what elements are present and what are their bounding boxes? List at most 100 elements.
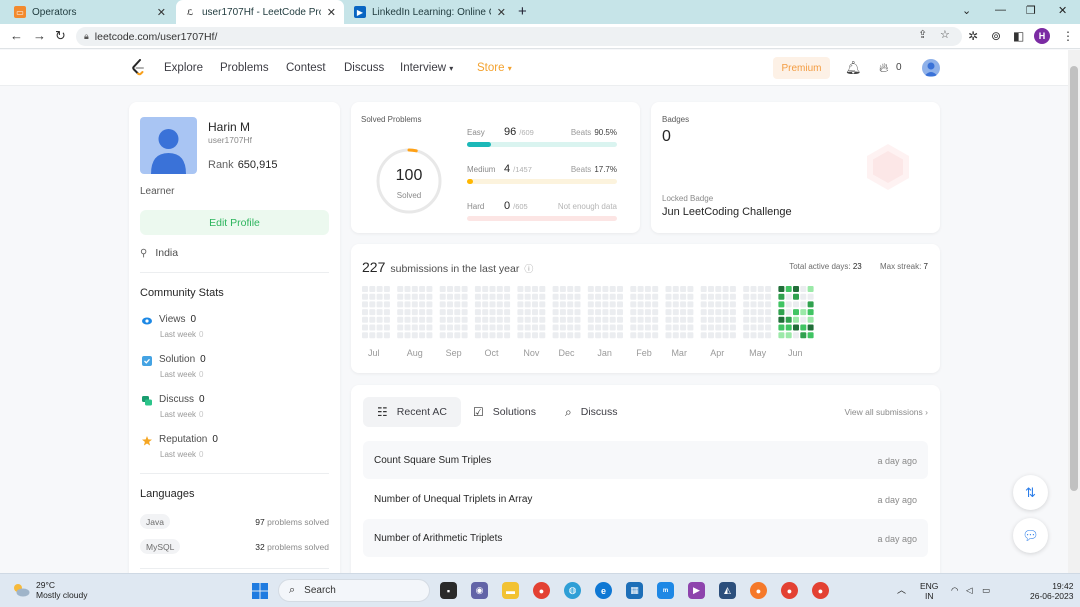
heatmap-cell[interactable] <box>532 293 538 300</box>
heatmap-cell[interactable] <box>743 286 750 292</box>
reload-icon[interactable]: ↻ <box>55 28 66 44</box>
heatmap-cell[interactable] <box>439 286 446 292</box>
heatmap-cell[interactable] <box>700 286 707 292</box>
heatmap-cell[interactable] <box>680 286 687 292</box>
heatmap-cell[interactable] <box>652 301 659 308</box>
view-all-submissions-link[interactable]: View all submissions › <box>845 407 928 417</box>
heatmap-cell[interactable] <box>419 286 426 292</box>
nav-explore[interactable]: Explore <box>164 62 203 74</box>
heatmap-cell[interactable] <box>376 316 383 323</box>
heatmap-cell[interactable] <box>524 293 531 300</box>
heatmap-cell[interactable] <box>595 309 602 316</box>
heatmap-cell[interactable] <box>708 293 714 300</box>
switch-layout-icon[interactable]: ⇅ <box>1013 475 1048 510</box>
heatmap-cell[interactable] <box>807 316 814 323</box>
heatmap-cell[interactable] <box>461 324 468 331</box>
heatmap-cell[interactable] <box>383 332 390 339</box>
task-view-icon[interactable]: ▪ <box>440 582 457 599</box>
heatmap-cell[interactable] <box>800 309 807 316</box>
heatmap-cell[interactable] <box>447 286 453 292</box>
heatmap-cell[interactable] <box>559 316 566 323</box>
heatmap-cell[interactable] <box>715 316 722 323</box>
heatmap-cell[interactable] <box>672 309 679 316</box>
heatmap-cell[interactable] <box>587 286 594 292</box>
heatmap-cell[interactable] <box>524 301 531 308</box>
heatmap-cell[interactable] <box>439 332 446 339</box>
heatmap-cell[interactable] <box>532 301 538 308</box>
heatmap-cell[interactable] <box>539 316 546 323</box>
heatmap-cell[interactable] <box>765 324 772 331</box>
heatmap-cell[interactable] <box>567 293 574 300</box>
heatmap-cell[interactable] <box>793 293 799 300</box>
heatmap-cell[interactable] <box>715 309 722 316</box>
heatmap-cell[interactable] <box>454 332 461 339</box>
heatmap-cell[interactable] <box>722 316 729 323</box>
heatmap-cell[interactable] <box>630 332 637 339</box>
nav-discuss[interactable]: Discuss <box>344 62 384 74</box>
extensions-puzzle-icon[interactable]: ✲ <box>968 29 978 43</box>
heatmap-cell[interactable] <box>680 301 687 308</box>
heatmap-cell[interactable] <box>397 293 404 300</box>
heatmap-cell[interactable] <box>800 293 807 300</box>
heatmap-cell[interactable] <box>665 309 672 316</box>
language-indicator[interactable]: ENG IN <box>920 581 938 601</box>
heatmap-cell[interactable] <box>708 324 714 331</box>
heatmap-cell[interactable] <box>524 309 531 316</box>
heatmap-cell[interactable] <box>482 301 489 308</box>
heatmap-cell[interactable] <box>461 332 468 339</box>
heatmap-cell[interactable] <box>426 286 433 292</box>
heatmap-cell[interactable] <box>454 301 461 308</box>
heatmap-cell[interactable] <box>729 286 736 292</box>
heatmap-cell[interactable] <box>765 293 772 300</box>
heatmap-cell[interactable] <box>369 286 376 292</box>
weather-widget[interactable]: 29°C Mostly cloudy <box>12 580 88 600</box>
heatmap-cell[interactable] <box>482 324 489 331</box>
heatmap-cell[interactable] <box>630 316 637 323</box>
heatmap-cell[interactable] <box>708 316 714 323</box>
heatmap-cell[interactable] <box>687 309 694 316</box>
recent-item[interactable]: Number of Arithmetic Triplets a day ago <box>363 519 928 557</box>
heatmap-cell[interactable] <box>743 324 750 331</box>
heatmap-cell[interactable] <box>454 309 461 316</box>
heatmap-cell[interactable] <box>672 301 679 308</box>
heatmap-cell[interactable] <box>680 293 687 300</box>
heatmap-cell[interactable] <box>807 286 814 292</box>
extension-icon[interactable]: ⊚ <box>991 29 1001 43</box>
chrome-profile-icon[interactable]: ● <box>781 582 798 599</box>
heatmap-cell[interactable] <box>369 301 376 308</box>
heatmap-cell[interactable] <box>482 286 489 292</box>
heatmap-cell[interactable] <box>419 316 426 323</box>
heatmap-cell[interactable] <box>532 316 538 323</box>
heatmap-cell[interactable] <box>404 301 411 308</box>
heatmap-cell[interactable] <box>461 316 468 323</box>
heatmap-cell[interactable] <box>447 309 453 316</box>
heatmap-cell[interactable] <box>454 293 461 300</box>
heatmap-cell[interactable] <box>474 332 481 339</box>
heatmap-cell[interactable] <box>439 301 446 308</box>
nav-interview[interactable]: Interview ▾ <box>400 62 453 74</box>
heatmap-cell[interactable] <box>778 324 785 331</box>
heatmap-cell[interactable] <box>765 286 772 292</box>
heatmap-cell[interactable] <box>715 332 722 339</box>
heatmap-cell[interactable] <box>617 324 623 331</box>
heatmap-cell[interactable] <box>447 324 453 331</box>
heatmap-cell[interactable] <box>743 309 750 316</box>
heatmap-cell[interactable] <box>474 293 481 300</box>
heatmap-cell[interactable] <box>807 324 814 331</box>
heatmap-cell[interactable] <box>652 293 659 300</box>
heatmap-cell[interactable] <box>376 332 383 339</box>
heatmap-cell[interactable] <box>524 316 531 323</box>
heatmap-cell[interactable] <box>722 332 729 339</box>
heatmap-cell[interactable] <box>793 324 799 331</box>
heatmap-cell[interactable] <box>785 316 792 323</box>
heatmap-cell[interactable] <box>644 286 651 292</box>
heatmap-cell[interactable] <box>517 324 524 331</box>
heatmap-cell[interactable] <box>750 301 757 308</box>
heatmap-cell[interactable] <box>630 293 637 300</box>
heatmap-cell[interactable] <box>609 316 616 323</box>
heatmap-cell[interactable] <box>700 324 707 331</box>
heatmap-cell[interactable] <box>637 309 644 316</box>
user-avatar[interactable] <box>922 59 940 77</box>
heatmap-cell[interactable] <box>715 293 722 300</box>
heatmap-cell[interactable] <box>383 316 390 323</box>
